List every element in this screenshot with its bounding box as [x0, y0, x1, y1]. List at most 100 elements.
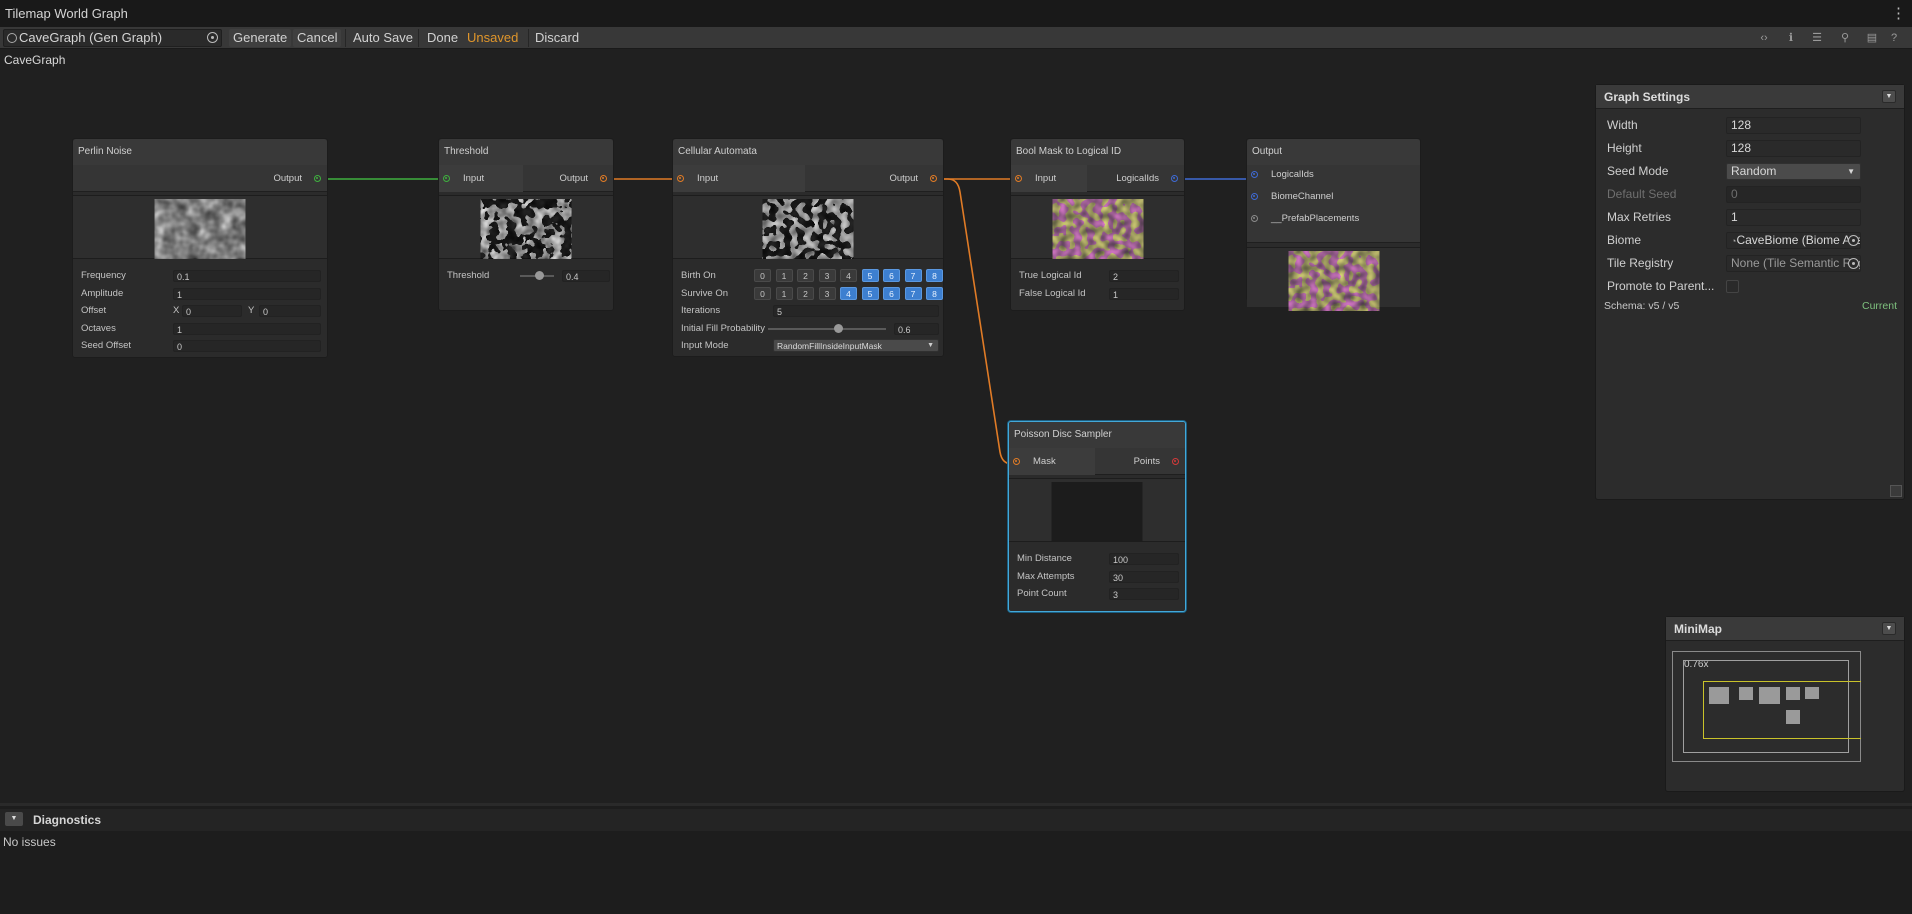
- offset-x-input[interactable]: 0: [182, 305, 242, 317]
- output-port-pin[interactable]: [314, 175, 321, 182]
- zoom-icon[interactable]: ⚲: [1837, 29, 1853, 47]
- survive-on-1-toggle[interactable]: 1: [775, 286, 793, 300]
- minimap-header[interactable]: MiniMap ▼: [1666, 617, 1904, 641]
- survive-on-0-toggle[interactable]: 0: [754, 286, 771, 300]
- diagnostics-header[interactable]: ▼ Diagnostics: [0, 809, 1912, 831]
- more-menu-icon[interactable]: ⋮: [1891, 0, 1906, 28]
- initial-fill-slider-knob[interactable]: [834, 323, 844, 333]
- info-icon[interactable]: ℹ: [1783, 29, 1799, 47]
- survive-on-4-toggle[interactable]: 4: [840, 286, 857, 300]
- list-icon[interactable]: ☰: [1809, 29, 1825, 47]
- iterations-input[interactable]: 5: [773, 305, 939, 317]
- max-attempts-input[interactable]: 30: [1109, 570, 1179, 583]
- breadcrumb[interactable]: CaveGraph: [4, 53, 65, 67]
- frequency-input[interactable]: 0.1: [173, 270, 321, 282]
- auto-save-toggle[interactable]: Auto Save: [349, 29, 417, 47]
- node-cellular-automata[interactable]: Cellular Automata Input Output Birth On 0…: [672, 138, 944, 357]
- biomechannel-port-pin[interactable]: [1251, 193, 1258, 200]
- survive-on-7-toggle[interactable]: 7: [904, 286, 922, 300]
- node-title[interactable]: Bool Mask to Logical ID: [1011, 139, 1184, 165]
- promote-checkbox[interactable]: [1726, 280, 1739, 293]
- collapse-icon[interactable]: ▼: [1882, 90, 1896, 103]
- node-title[interactable]: Cellular Automata: [673, 139, 943, 165]
- points-port-pin[interactable]: [1172, 458, 1179, 465]
- birth-on-1-toggle[interactable]: 1: [775, 269, 793, 282]
- threshold-slider-knob[interactable]: [535, 271, 545, 280]
- object-picker-icon[interactable]: [1848, 258, 1859, 269]
- document-icon[interactable]: ▤: [1864, 29, 1880, 47]
- birth-on-7-toggle[interactable]: 7: [904, 269, 922, 282]
- survive-on-3-toggle[interactable]: 3: [818, 286, 836, 300]
- node-perlin-noise[interactable]: Perlin Noise Output Frequency 0.1 Amplitu…: [72, 138, 328, 358]
- graph-object-field[interactable]: CaveGraph (Gen Graph): [3, 29, 222, 47]
- birth-on-0-toggle[interactable]: 0: [754, 269, 771, 282]
- object-picker-icon[interactable]: [207, 32, 218, 43]
- seed-mode-dropdown[interactable]: Random ▼: [1726, 163, 1861, 180]
- input-port-pin[interactable]: [1015, 175, 1022, 182]
- true-logical-id-label: True Logical Id: [1019, 270, 1082, 281]
- birth-on-3-toggle[interactable]: 3: [818, 269, 836, 282]
- object-picker-icon[interactable]: [1848, 235, 1859, 246]
- amplitude-input[interactable]: 1: [173, 287, 321, 300]
- minimap-viewport-frame[interactable]: [1703, 681, 1861, 739]
- output-port-pin[interactable]: [600, 175, 607, 182]
- birth-on-8-toggle[interactable]: 8: [926, 269, 943, 282]
- input-mode-dropdown[interactable]: RandomFillInsideInputMask ▼: [773, 339, 939, 352]
- node-title[interactable]: Perlin Noise: [73, 139, 327, 165]
- min-distance-input[interactable]: 100: [1109, 553, 1179, 565]
- false-logical-id-label: False Logical Id: [1019, 287, 1086, 299]
- logicalids-port-pin[interactable]: [1251, 171, 1258, 178]
- max-retries-input[interactable]: 1: [1726, 209, 1861, 226]
- graph-settings-header[interactable]: Graph Settings ▼: [1596, 85, 1904, 109]
- node-title[interactable]: Poisson Disc Sampler: [1009, 422, 1185, 448]
- done-button[interactable]: Done: [423, 29, 462, 47]
- false-logical-id-input[interactable]: 1: [1109, 287, 1179, 300]
- birth-on-6-toggle[interactable]: 6: [883, 269, 900, 282]
- tile-registry-object-field[interactable]: None (Tile Semantic Regi: [1726, 255, 1861, 272]
- discard-button[interactable]: Discard: [531, 29, 583, 47]
- node-bool-mask-to-logical-id[interactable]: Bool Mask to Logical ID Input LogicalIds…: [1010, 138, 1185, 311]
- cancel-button[interactable]: Cancel: [293, 29, 342, 47]
- output-port-pin[interactable]: [1171, 175, 1178, 182]
- resize-handle-icon[interactable]: [1890, 485, 1902, 497]
- survive-on-5-toggle[interactable]: 5: [861, 286, 879, 300]
- mask-port-pin[interactable]: [1013, 458, 1020, 465]
- survive-on-2-toggle[interactable]: 2: [797, 286, 814, 300]
- collapse-icon[interactable]: ▼: [1882, 622, 1896, 635]
- unsaved-status: Unsaved: [467, 30, 519, 45]
- seed-offset-input[interactable]: 0: [173, 340, 321, 352]
- prefab-placements-port-pin[interactable]: [1251, 215, 1258, 222]
- width-input[interactable]: 128: [1726, 117, 1861, 134]
- birth-on-4-toggle[interactable]: 4: [840, 269, 857, 282]
- survive-on-6-toggle[interactable]: 6: [883, 286, 900, 300]
- node-poisson-disc-sampler[interactable]: Poisson Disc Sampler Mask Points Min Dis…: [1008, 421, 1186, 612]
- birth-on-2-toggle[interactable]: 2: [797, 269, 814, 282]
- minimap-view[interactable]: 0.76x: [1672, 651, 1861, 762]
- birth-on-5-toggle[interactable]: 5: [861, 269, 879, 282]
- collapse-icon[interactable]: ▼: [5, 812, 23, 826]
- point-count-input[interactable]: 3: [1109, 588, 1179, 600]
- height-input[interactable]: 128: [1726, 140, 1861, 157]
- node-ports: Input Output: [673, 165, 943, 192]
- field-point-count: Point Count 3: [1012, 585, 1182, 603]
- input-port-pin[interactable]: [443, 175, 450, 182]
- input-port-pin[interactable]: [677, 175, 684, 182]
- diagnostics-message: No issues: [3, 835, 56, 849]
- help-icon[interactable]: ?: [1886, 29, 1902, 47]
- octaves-input[interactable]: 1: [173, 322, 321, 335]
- graph-settings-fields: Width 128 Height 128 Seed Mode Random ▼ Defa…: [1596, 109, 1904, 314]
- node-threshold[interactable]: Threshold Input Output Threshold 0.4: [438, 138, 614, 311]
- code-icon[interactable]: ‹›: [1756, 29, 1772, 47]
- offset-y-input[interactable]: 0: [259, 305, 321, 317]
- threshold-input[interactable]: 0.4: [562, 270, 610, 282]
- output-port-pin[interactable]: [930, 175, 937, 182]
- node-output[interactable]: Output LogicalIds BiomeChannel __PrefabP…: [1246, 138, 1421, 311]
- node-preview: [1011, 195, 1184, 259]
- true-logical-id-input[interactable]: 2: [1109, 270, 1179, 282]
- initial-fill-slider[interactable]: [768, 327, 886, 330]
- survive-on-8-toggle[interactable]: 8: [926, 286, 943, 300]
- node-title[interactable]: Threshold: [439, 139, 613, 165]
- initial-fill-input[interactable]: 0.6: [894, 322, 939, 335]
- generate-button[interactable]: Generate: [229, 29, 292, 47]
- biome-object-field[interactable]: ◔CaveBiome (Biome Ass: [1726, 232, 1861, 249]
